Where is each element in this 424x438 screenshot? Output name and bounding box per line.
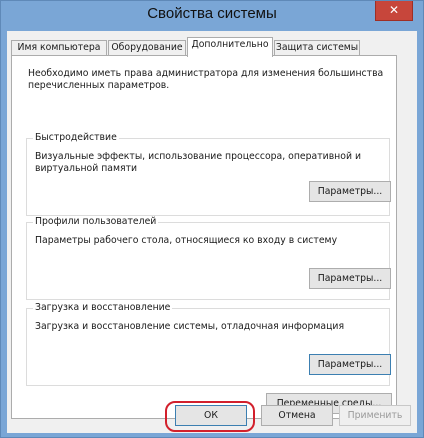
tab-system-protection[interactable]: Защита системы	[274, 40, 360, 56]
startup-recovery-group-title: Загрузка и восстановление	[33, 302, 173, 314]
close-button[interactable]: ✕	[375, 1, 413, 21]
user-profiles-settings-button[interactable]: Параметры...	[309, 268, 391, 289]
tab-advanced[interactable]: Дополнительно	[187, 37, 273, 57]
system-properties-window: Свойства системы ✕ Имя компьютера Оборуд…	[0, 0, 424, 438]
performance-description: Визуальные эффекты, использование процес…	[35, 151, 361, 174]
startup-recovery-description: Загрузка и восстановление системы, отлад…	[35, 321, 345, 332]
user-profiles-group-title: Профили пользователей	[33, 216, 159, 228]
apply-button[interactable]: Применить	[339, 405, 411, 426]
performance-settings-button[interactable]: Параметры...	[309, 181, 391, 202]
window-title: Свойства системы	[147, 5, 277, 22]
title-bar[interactable]: Свойства системы ✕	[1, 1, 423, 31]
startup-recovery-settings-button[interactable]: Параметры...	[309, 354, 391, 375]
cancel-button[interactable]: Отмена	[261, 405, 333, 426]
dialog-client-area: Имя компьютера Оборудование Дополнительн…	[7, 31, 417, 433]
performance-group-title: Быстродействие	[33, 132, 119, 144]
admin-rights-note: Необходимо иметь права администратора дл…	[28, 68, 384, 91]
ok-highlight-marker	[165, 401, 255, 432]
startup-recovery-group: Загрузка и восстановление Загрузка и вос…	[26, 302, 391, 386]
tab-hardware[interactable]: Оборудование	[108, 40, 186, 56]
user-profiles-description: Параметры рабочего стола, относящиеся ко…	[35, 235, 338, 246]
close-icon: ✕	[388, 3, 400, 17]
user-profiles-group: Профили пользователей Параметры рабочего…	[26, 216, 391, 300]
performance-group: Быстродействие Визуальные эффекты, испол…	[26, 132, 391, 216]
tab-computer-name[interactable]: Имя компьютера	[11, 40, 107, 56]
advanced-tab-panel: Необходимо иметь права администратора дл…	[11, 55, 397, 419]
